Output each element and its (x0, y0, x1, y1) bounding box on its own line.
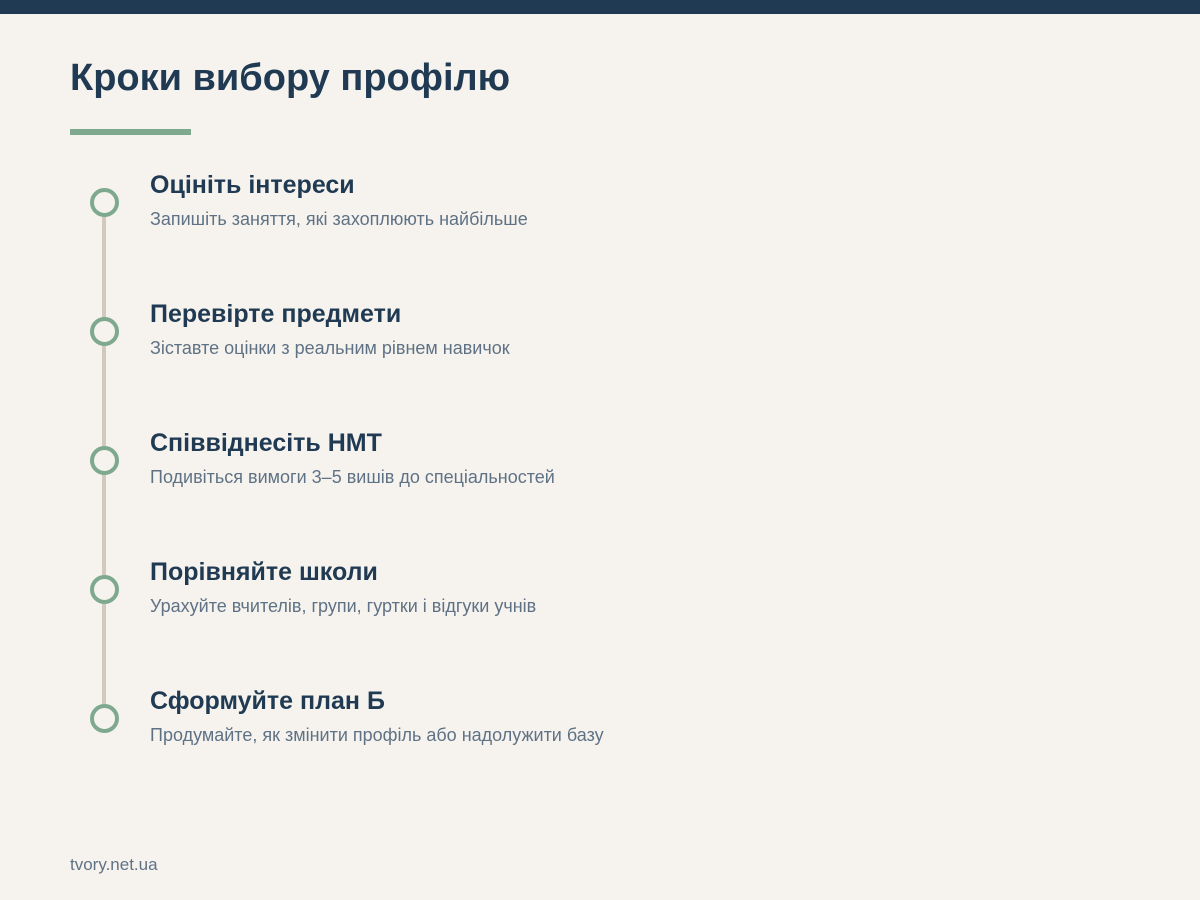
step-marker-icon (90, 704, 119, 733)
step-description: Зіставте оцінки з реальним рівнем навичо… (150, 338, 510, 358)
timeline-step: Сформуйте план Б Продумайте, як змінити … (0, 687, 1200, 782)
step-description: Продумайте, як змінити профіль або надол… (150, 725, 604, 745)
title-underline (70, 129, 191, 135)
timeline-step: Перевірте предмети Зіставте оцінки з реа… (0, 300, 1200, 395)
page-title: Кроки вибору профілю (70, 57, 511, 99)
step-title: Сформуйте план Б (150, 687, 385, 715)
timeline-step: Оцініть інтереси Запишіть заняття, які з… (0, 171, 1200, 266)
top-bar (0, 0, 1200, 14)
step-marker-icon (90, 575, 119, 604)
step-title: Порівняйте школи (150, 558, 378, 586)
step-marker-icon (90, 188, 119, 217)
step-description: Урахуйте вчителів, групи, гуртки і відгу… (150, 596, 537, 616)
step-marker-icon (90, 317, 119, 346)
timeline-step: Співвіднесіть НМТ Подивіться вимоги 3–5 … (0, 429, 1200, 524)
step-title: Оцініть інтереси (150, 171, 355, 199)
footer-source: tvory.net.ua (70, 855, 158, 874)
step-marker-icon (90, 446, 119, 475)
step-title: Перевірте предмети (150, 300, 402, 328)
step-title: Співвіднесіть НМТ (150, 429, 382, 457)
step-description: Запишіть заняття, які захоплюють найбіль… (150, 209, 528, 229)
timeline-step: Порівняйте школи Урахуйте вчителів, груп… (0, 558, 1200, 653)
step-description: Подивіться вимоги 3–5 вишів до спеціальн… (150, 467, 555, 487)
